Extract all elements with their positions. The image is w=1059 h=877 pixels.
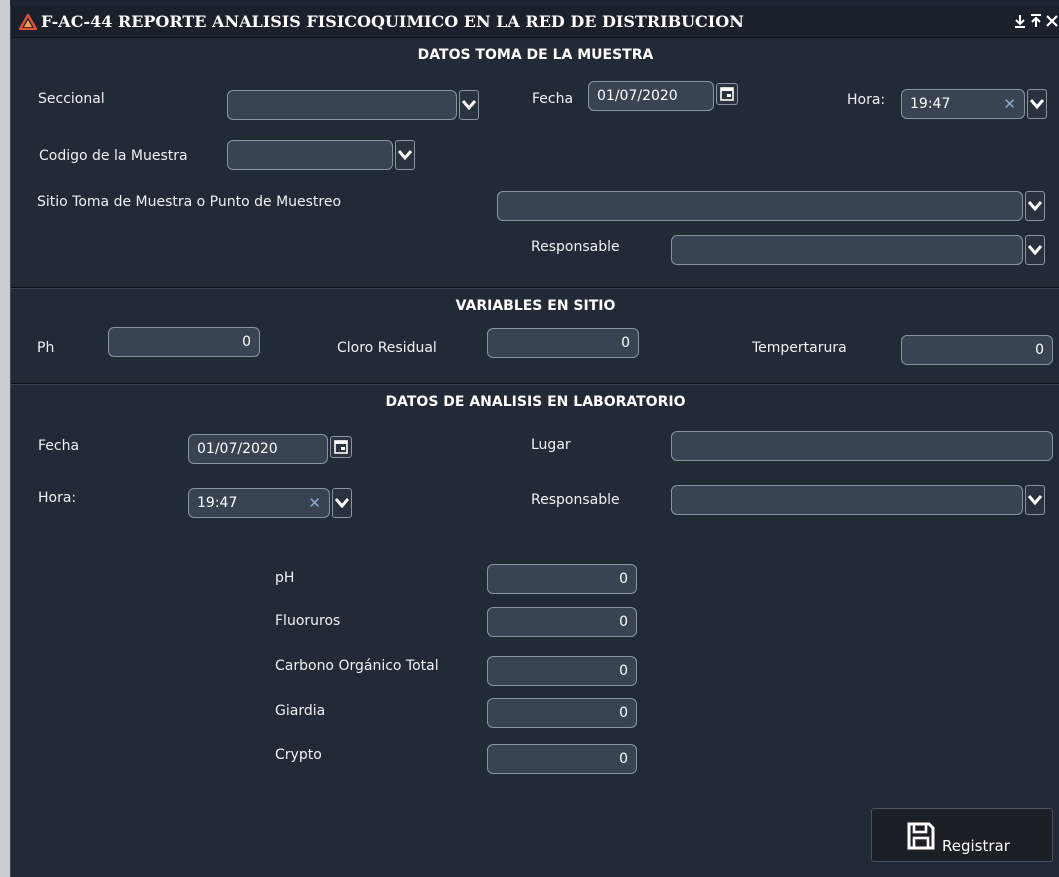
section-divider	[11, 383, 1059, 385]
responsable-lab-field[interactable]	[671, 485, 1023, 515]
hora-lab-value: 19:47	[197, 495, 238, 511]
section-title-site: VARIABLES EN SITIO	[455, 298, 616, 314]
window-title: F-AC-44 REPORTE ANALISIS FISICOQUIMICO E…	[41, 12, 744, 31]
responsable-toma-field[interactable]	[671, 235, 1023, 265]
cloro-residual-field[interactable]: 0	[487, 328, 639, 358]
responsable-toma-dropdown-chevron-down-icon[interactable]	[1025, 235, 1045, 265]
hora-lab-field[interactable]: 19:47 ✕	[188, 488, 330, 518]
hora-toma-field[interactable]: 19:47 ✕	[901, 89, 1025, 119]
giardia-field[interactable]: 0	[487, 698, 637, 728]
lugar-field[interactable]	[671, 431, 1053, 461]
seccional-field[interactable]	[227, 90, 457, 120]
clear-icon[interactable]: ✕	[1003, 90, 1016, 118]
ph-sitio-label: Ph	[37, 340, 55, 356]
responsable-toma-label: Responsable	[531, 239, 620, 255]
section-title-lab: DATOS DE ANALISIS EN LABORATORIO	[385, 394, 686, 410]
fecha-lab-field[interactable]: 01/07/2020	[188, 434, 328, 464]
ph-sitio-field[interactable]: 0	[108, 327, 260, 357]
fluoruros-field[interactable]: 0	[487, 607, 637, 637]
ph-lab-field[interactable]: 0	[487, 564, 637, 594]
hora-toma-value: 19:47	[910, 96, 951, 112]
fluoruros-label: Fluoruros	[275, 613, 341, 629]
close-icon[interactable]	[1045, 13, 1059, 29]
section-divider	[11, 287, 1059, 289]
ph-lab-label: pH	[275, 570, 295, 586]
download-icon[interactable]	[1013, 13, 1027, 29]
sitio-muestra-field[interactable]	[497, 191, 1023, 221]
seccional-label: Seccional	[38, 91, 105, 107]
sitio-muestra-dropdown-chevron-down-icon[interactable]	[1025, 191, 1045, 221]
codigo-muestra-label: Codigo de la Muestra	[39, 148, 188, 164]
hora-lab-label: Hora:	[38, 490, 77, 506]
fecha-lab-label: Fecha	[38, 438, 80, 454]
lugar-label: Lugar	[531, 437, 571, 453]
section-title-sample: DATOS TOMA DE LA MUESTRA	[417, 47, 654, 63]
giardia-label: Giardia	[275, 703, 326, 719]
title-bar: F-AC-44 REPORTE ANALISIS FISICOQUIMICO E…	[11, 6, 1059, 38]
cloro-residual-label: Cloro Residual	[337, 340, 437, 356]
temperatura-label: Tempertarura	[752, 340, 847, 356]
pin-icon[interactable]	[1029, 13, 1043, 29]
hora-toma-label: Hora:	[847, 92, 886, 108]
form-window: F-AC-44 REPORTE ANALISIS FISICOQUIMICO E…	[10, 6, 1059, 877]
fecha-toma-calendar-icon[interactable]	[716, 83, 738, 105]
temperatura-field[interactable]: 0	[901, 335, 1053, 365]
register-button[interactable]: Registrar	[871, 808, 1053, 862]
sitio-muestra-label: Sitio Toma de Muestra o Punto de Muestre…	[37, 194, 342, 210]
floppy-disk-icon	[906, 821, 936, 855]
responsable-lab-label: Responsable	[531, 492, 620, 508]
clear-icon[interactable]: ✕	[308, 489, 321, 517]
fecha-lab-calendar-icon[interactable]	[330, 436, 352, 458]
seccional-dropdown-chevron-down-icon[interactable]	[459, 90, 479, 120]
hora-toma-dropdown-chevron-down-icon[interactable]	[1027, 89, 1047, 119]
hora-lab-dropdown-chevron-down-icon[interactable]	[332, 488, 352, 518]
codigo-muestra-field[interactable]	[227, 140, 393, 170]
register-button-label: Registrar	[942, 837, 1010, 855]
fecha-toma-label: Fecha	[532, 91, 574, 107]
background-strip	[0, 0, 10, 877]
responsable-lab-dropdown-chevron-down-icon[interactable]	[1025, 485, 1045, 515]
codigo-muestra-dropdown-chevron-down-icon[interactable]	[395, 140, 415, 170]
carbono-organico-field[interactable]: 0	[487, 656, 637, 686]
crypto-field[interactable]: 0	[487, 744, 637, 774]
app-logo-icon	[17, 12, 39, 31]
crypto-label: Crypto	[275, 747, 322, 763]
fecha-toma-field[interactable]: 01/07/2020	[588, 81, 714, 111]
carbono-organico-label: Carbono Orgánico Total	[275, 658, 439, 674]
